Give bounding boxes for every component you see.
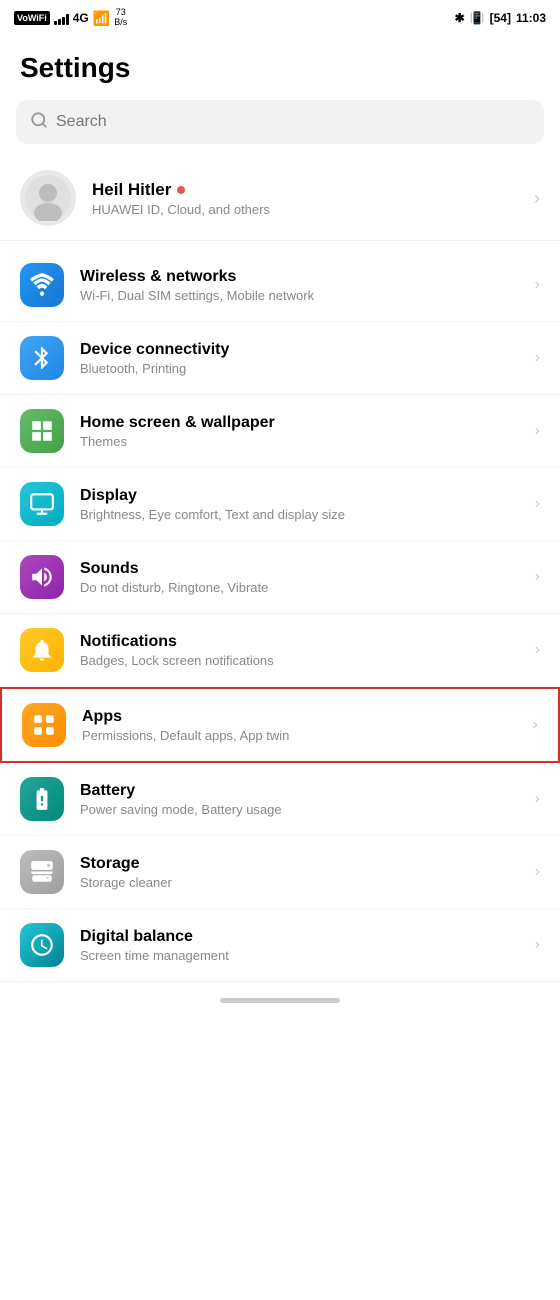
settings-item-wireless[interactable]: Wireless & networks Wi-Fi, Dual SIM sett… [0, 249, 560, 322]
digitalbalance-chevron-icon: › [535, 936, 540, 954]
settings-item-battery[interactable]: Battery Power saving mode, Battery usage… [0, 763, 560, 836]
settings-list: Wireless & networks Wi-Fi, Dual SIM sett… [0, 249, 560, 982]
homescreen-icon [20, 409, 64, 453]
connectivity-text: Device connectivity Bluetooth, Printing [80, 341, 527, 376]
homescreen-chevron-icon: › [535, 422, 540, 440]
vowifi-indicator: VoWiFi [14, 11, 50, 25]
connectivity-chevron-icon: › [535, 349, 540, 367]
connectivity-subtitle: Bluetooth, Printing [80, 361, 527, 376]
wireless-icon [20, 263, 64, 307]
home-indicator [0, 982, 560, 1023]
settings-item-digitalbalance[interactable]: Digital balance Screen time management › [0, 909, 560, 982]
storage-chevron-icon: › [535, 863, 540, 881]
storage-icon [20, 850, 64, 894]
homescreen-text: Home screen & wallpaper Themes [80, 414, 527, 449]
display-text: Display Brightness, Eye comfort, Text an… [80, 487, 527, 522]
sounds-chevron-icon: › [535, 568, 540, 586]
battery-chevron-icon: › [535, 790, 540, 808]
storage-title: Storage [80, 855, 527, 873]
clock: 11:03 [516, 11, 546, 25]
display-subtitle: Brightness, Eye comfort, Text and displa… [80, 507, 527, 522]
status-right: ✱ 📳 [54] 11:03 [455, 11, 546, 25]
wireless-subtitle: Wi-Fi, Dual SIM settings, Mobile network [80, 288, 527, 303]
status-bar: VoWiFi 4G 📶 73B/s ✱ 📳 [54] 11:03 [0, 0, 560, 36]
profile-name: Heil Hitler [92, 180, 518, 200]
connectivity-title: Device connectivity [80, 341, 527, 359]
settings-item-apps[interactable]: Apps Permissions, Default apps, App twin… [0, 687, 560, 763]
avatar-icon [25, 175, 71, 221]
storage-subtitle: Storage cleaner [80, 875, 527, 890]
apps-chevron-icon: › [533, 716, 538, 734]
battery-title: Battery [80, 782, 527, 800]
digitalbalance-subtitle: Screen time management [80, 948, 527, 963]
network-speed: 73B/s [114, 8, 127, 28]
notifications-title: Notifications [80, 633, 527, 651]
sounds-text: Sounds Do not disturb, Ringtone, Vibrate [80, 560, 527, 595]
bluetooth-icon: ✱ [455, 11, 465, 25]
wifi-icon: 📶 [93, 10, 110, 27]
battery-text: Battery Power saving mode, Battery usage [80, 782, 527, 817]
sounds-subtitle: Do not disturb, Ringtone, Vibrate [80, 580, 527, 595]
sounds-icon [20, 555, 64, 599]
apps-subtitle: Permissions, Default apps, App twin [82, 728, 525, 743]
digitalbalance-icon [20, 923, 64, 967]
apps-icon [22, 703, 66, 747]
battery-icon [20, 777, 64, 821]
settings-item-connectivity[interactable]: Device connectivity Bluetooth, Printing … [0, 322, 560, 395]
sounds-title: Sounds [80, 560, 527, 578]
status-left: VoWiFi 4G 📶 73B/s [14, 8, 127, 28]
signal-bars [54, 11, 69, 25]
battery-indicator: [54] [490, 11, 511, 25]
profile-section[interactable]: Heil Hitler HUAWEI ID, Cloud, and others… [0, 156, 560, 241]
home-bar [220, 998, 340, 1003]
online-status-dot [177, 186, 185, 194]
display-chevron-icon: › [535, 495, 540, 513]
display-icon [20, 482, 64, 526]
storage-text: Storage Storage cleaner [80, 855, 527, 890]
page-title: Settings [0, 36, 560, 92]
digitalbalance-text: Digital balance Screen time management [80, 928, 527, 963]
search-bar[interactable] [16, 100, 544, 144]
wireless-title: Wireless & networks [80, 268, 527, 286]
connectivity-icon [20, 336, 64, 380]
digitalbalance-title: Digital balance [80, 928, 527, 946]
settings-item-display[interactable]: Display Brightness, Eye comfort, Text an… [0, 468, 560, 541]
profile-chevron-icon: › [534, 188, 540, 209]
wireless-text: Wireless & networks Wi-Fi, Dual SIM sett… [80, 268, 527, 303]
apps-title: Apps [82, 708, 525, 726]
display-title: Display [80, 487, 527, 505]
search-input[interactable] [56, 113, 530, 131]
homescreen-subtitle: Themes [80, 434, 527, 449]
avatar [20, 170, 76, 226]
settings-item-notifications[interactable]: Notifications Badges, Lock screen notifi… [0, 614, 560, 687]
vibrate-icon: 📳 [470, 11, 485, 25]
settings-item-storage[interactable]: Storage Storage cleaner › [0, 836, 560, 909]
notifications-icon [20, 628, 64, 672]
notifications-subtitle: Badges, Lock screen notifications [80, 653, 527, 668]
notifications-chevron-icon: › [535, 641, 540, 659]
apps-text: Apps Permissions, Default apps, App twin [82, 708, 525, 743]
search-icon [30, 111, 48, 134]
battery-subtitle: Power saving mode, Battery usage [80, 802, 527, 817]
profile-info: Heil Hitler HUAWEI ID, Cloud, and others [92, 180, 518, 217]
wireless-chevron-icon: › [535, 276, 540, 294]
homescreen-title: Home screen & wallpaper [80, 414, 527, 432]
notifications-text: Notifications Badges, Lock screen notifi… [80, 633, 527, 668]
settings-item-homescreen[interactable]: Home screen & wallpaper Themes › [0, 395, 560, 468]
settings-item-sounds[interactable]: Sounds Do not disturb, Ringtone, Vibrate… [0, 541, 560, 614]
profile-subtitle: HUAWEI ID, Cloud, and others [92, 202, 518, 217]
network-type: 4G [73, 11, 89, 25]
